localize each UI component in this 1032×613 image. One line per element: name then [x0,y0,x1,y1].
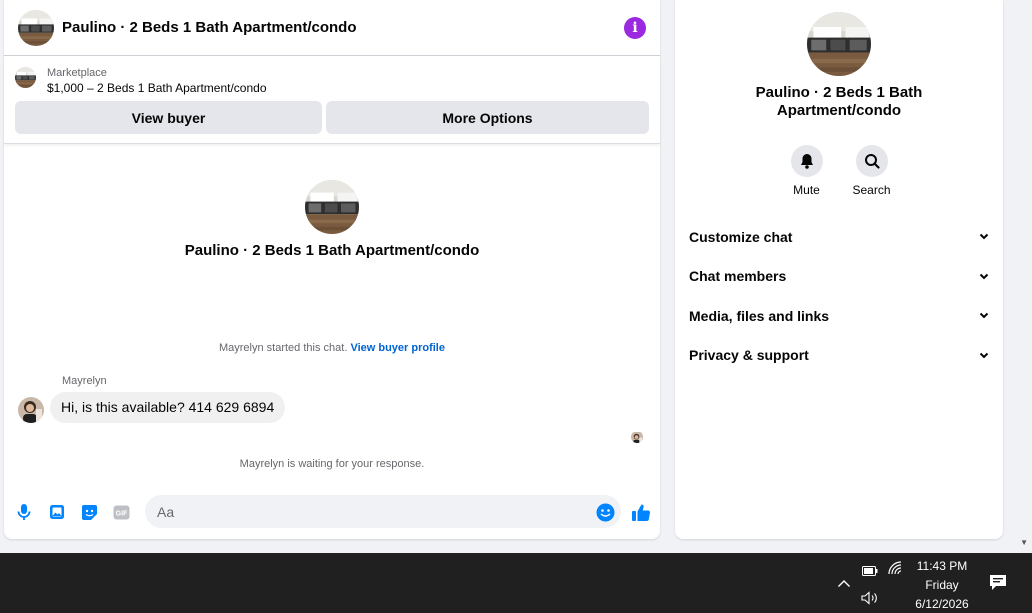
chevron-down-icon [979,352,989,359]
chevron-down-icon [979,234,989,240]
clock-day: Friday [925,578,959,592]
sticker-icon[interactable] [79,502,99,522]
svg-text:GIF: GIF [115,510,127,517]
section-label: Media, files and links [689,307,830,324]
marketplace-label: Marketplace [47,67,107,79]
section-chat-members[interactable]: Chat members [675,257,1003,297]
bell-icon [790,145,823,177]
section-media-files-links[interactable]: Media, files and links [675,296,1003,336]
view-buyer-button[interactable]: View buyer [15,101,322,134]
sender-avatar[interactable] [18,397,44,423]
sender-name: Mayrelyn [62,375,107,387]
seen-receipt-avatar [631,431,643,443]
listing-thumbnail[interactable] [15,67,36,88]
info-avatar[interactable] [807,12,871,76]
scrollbar-down-arrow[interactable]: ▼ [1020,538,1028,547]
info-sections: Customize chat Chat members Media, files… [675,217,1003,375]
composer: GIF [4,495,660,529]
info-icon[interactable]: i [624,16,646,39]
message-row: Hi, is this available? 414 629 6894 [18,391,286,423]
photo-icon[interactable] [47,502,67,522]
chat-started-text: Mayrelyn started this chat. [218,342,348,354]
section-label: Privacy & support [689,347,809,364]
gif-icon[interactable]: GIF [111,502,131,522]
search-label: Search [852,183,891,197]
more-options-button[interactable]: More Options [326,101,649,134]
message-input[interactable] [145,495,621,528]
clock-date: 6/12/2026 [915,597,969,611]
listing-bar: Marketplace $1,000 – 2 Beds 1 Bath Apart… [4,56,660,144]
chat-title[interactable]: Paulino · 2 Beds 1 Bath Apartment/condo [62,19,624,36]
volume-icon[interactable] [861,591,879,610]
search-button[interactable]: Search [852,145,891,197]
show-hidden-icons-chevron-icon[interactable] [837,575,851,593]
search-icon [855,145,888,177]
battery-icon[interactable] [862,563,878,581]
info-title: Paulino · 2 Beds 1 Bath Apartment/condo [755,84,923,119]
chat-header: Paulino · 2 Beds 1 Bath Apartment/condo … [4,0,660,56]
section-label: Chat members [689,268,787,285]
thread-intro: Paulino · 2 Beds 1 Bath Apartment/condo [4,180,660,259]
emoji-icon[interactable] [595,502,615,522]
microphone-icon[interactable] [14,502,34,522]
like-icon[interactable] [631,502,651,522]
notifications-icon[interactable] [989,574,1007,596]
listing-price-title[interactable]: $1,000 – 2 Beds 1 Bath Apartment/condo [47,80,267,97]
section-label: Customize chat [689,228,793,245]
clock-time: 11:43 PM [916,559,968,573]
taskbar-clock[interactable]: 11:43 PM Friday 6/12/2026 [905,557,979,613]
wifi-icon[interactable] [887,561,903,580]
message-bubble[interactable]: Hi, is this available? 414 629 6894 [50,391,286,423]
windows-taskbar: 11:43 PM Friday 6/12/2026 [0,553,1032,613]
section-privacy-support[interactable]: Privacy & support [675,336,1003,376]
mute-button[interactable]: Mute [790,145,823,197]
section-customize-chat[interactable]: Customize chat [675,217,1003,257]
thread-title: Paulino · 2 Beds 1 Bath Apartment/condo [184,242,480,259]
chat-panel: Paulino · 2 Beds 1 Bath Apartment/condo … [4,0,660,539]
mute-label: Mute [793,183,820,197]
chevron-down-icon [979,273,989,280]
thread-avatar[interactable] [305,180,359,234]
conversation-info-panel: Paulino · 2 Beds 1 Bath Apartment/condo … [675,0,1003,539]
chevron-down-icon [979,313,989,319]
chat-avatar[interactable] [18,9,54,46]
waiting-notice: Mayrelyn is waiting for your response. [239,458,425,470]
chat-started-notice: Mayrelyn started this chat. View buyer p… [4,342,660,354]
view-buyer-profile-link[interactable]: View buyer profile [350,342,445,354]
